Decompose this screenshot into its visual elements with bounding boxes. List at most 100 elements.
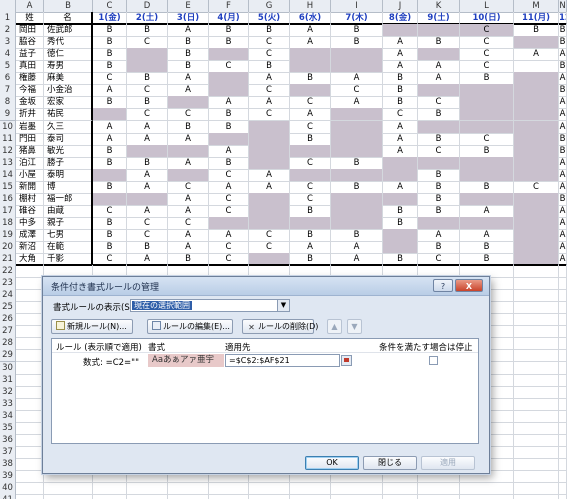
column-header[interactable]: B	[44, 0, 93, 13]
grade-cell[interactable]	[514, 253, 559, 267]
grade-cell[interactable]	[514, 156, 559, 170]
grade-cell[interactable]: A	[127, 180, 168, 194]
grade-cell[interactable]: A	[209, 180, 249, 194]
grade-cell[interactable]: A	[559, 156, 567, 170]
cell-first-name[interactable]: 千影	[44, 253, 93, 267]
grade-cell[interactable]: A	[383, 36, 418, 50]
grade-cell[interactable]: A	[418, 72, 460, 86]
grade-cell[interactable]: C	[209, 241, 249, 254]
grade-cell[interactable]	[249, 156, 290, 170]
grade-cell[interactable]	[383, 24, 418, 38]
empty-cell[interactable]	[559, 433, 567, 447]
grade-cell[interactable]: C	[127, 228, 168, 242]
grade-cell[interactable]: A	[514, 48, 559, 62]
grade-cell[interactable]: C	[460, 24, 514, 38]
cell-first-name[interactable]: 寿男	[44, 60, 93, 74]
empty-cell[interactable]	[559, 301, 567, 315]
empty-cell[interactable]	[559, 325, 567, 339]
grade-cell[interactable]: B	[418, 241, 460, 254]
empty-cell[interactable]	[514, 433, 559, 447]
grade-cell[interactable]: B	[127, 72, 168, 86]
grade-cell[interactable]: B	[559, 192, 567, 206]
cell-first-name[interactable]: 福一郎	[44, 192, 93, 206]
grade-cell[interactable]	[168, 168, 209, 182]
grade-cell[interactable]	[209, 84, 249, 98]
empty-cell[interactable]	[460, 482, 514, 495]
empty-cell[interactable]	[383, 494, 418, 499]
grade-cell[interactable]: A	[460, 204, 514, 218]
show-rules-dropdown[interactable]: 現在の選択範囲 ▼	[130, 299, 290, 312]
grade-cell[interactable]: A	[168, 24, 209, 38]
grade-cell[interactable]: B	[93, 156, 127, 170]
grade-cell[interactable]	[331, 216, 383, 230]
grade-cell[interactable]: B	[460, 72, 514, 86]
grade-cell[interactable]: C	[249, 36, 290, 50]
grade-cell[interactable]	[514, 132, 559, 146]
grade-cell[interactable]: C	[331, 84, 383, 98]
header-cell[interactable]: 4(月)	[209, 12, 249, 26]
cell-first-name[interactable]: 敏光	[44, 144, 93, 158]
empty-cell[interactable]	[514, 277, 559, 291]
row-header[interactable]: 12	[0, 144, 16, 158]
grade-cell[interactable]: B	[93, 228, 127, 242]
grade-cell[interactable]: A	[559, 96, 567, 110]
cell-last-name[interactable]: 棚村	[16, 192, 44, 206]
grade-cell[interactable]: B	[290, 132, 331, 146]
empty-cell[interactable]	[16, 373, 44, 387]
empty-cell[interactable]	[559, 289, 567, 303]
select-all-corner[interactable]	[0, 0, 16, 13]
grade-cell[interactable]: B	[418, 36, 460, 50]
cell-last-name[interactable]: 猪鼻	[16, 144, 44, 158]
cell-last-name[interactable]: 岩墨	[16, 120, 44, 134]
grade-cell[interactable]	[418, 24, 460, 38]
empty-cell[interactable]	[16, 313, 44, 327]
row-header[interactable]: 7	[0, 84, 16, 98]
grade-cell[interactable]	[249, 204, 290, 218]
cell-first-name[interactable]: 麻美	[44, 72, 93, 86]
empty-cell[interactable]	[514, 494, 559, 499]
row-header[interactable]: 1	[0, 12, 16, 26]
grade-cell[interactable]: A	[331, 96, 383, 110]
grade-cell[interactable]	[460, 120, 514, 134]
grade-cell[interactable]: A	[209, 228, 249, 242]
row-header[interactable]: 24	[0, 289, 16, 303]
grade-cell[interactable]: B	[514, 24, 559, 38]
grade-cell[interactable]	[383, 241, 418, 254]
empty-cell[interactable]	[514, 373, 559, 387]
delete-rule-button[interactable]: ✕ ルールの削除(D)	[242, 319, 318, 334]
row-header[interactable]: 29	[0, 349, 16, 363]
cell-last-name[interactable]: 折井	[16, 108, 44, 122]
grade-cell[interactable]: B	[383, 216, 418, 230]
grade-cell[interactable]	[331, 120, 383, 134]
row-header[interactable]: 19	[0, 228, 16, 242]
empty-cell[interactable]	[514, 469, 559, 483]
empty-cell[interactable]	[44, 494, 93, 499]
grade-cell[interactable]: C	[168, 216, 209, 230]
empty-cell[interactable]	[559, 482, 567, 495]
grade-cell[interactable]: A	[290, 108, 331, 122]
grade-cell[interactable]: A	[559, 48, 567, 62]
row-header[interactable]: 17	[0, 204, 16, 218]
empty-cell[interactable]	[559, 361, 567, 375]
grade-cell[interactable]: B	[209, 24, 249, 38]
grade-cell[interactable]	[418, 120, 460, 134]
empty-cell[interactable]	[290, 494, 331, 499]
empty-cell[interactable]	[559, 469, 567, 483]
grade-cell[interactable]: B	[249, 60, 290, 74]
empty-cell[interactable]	[559, 494, 567, 499]
cell-last-name[interactable]: 泊江	[16, 156, 44, 170]
empty-cell[interactable]	[168, 494, 209, 499]
header-cell[interactable]: 3(日)	[168, 12, 209, 26]
grade-cell[interactable]: B	[460, 241, 514, 254]
grade-cell[interactable]	[331, 60, 383, 74]
cell-first-name[interactable]: 宏家	[44, 96, 93, 110]
grade-cell[interactable]	[514, 60, 559, 74]
row-header[interactable]: 35	[0, 421, 16, 435]
grade-cell[interactable]: C	[249, 108, 290, 122]
empty-cell[interactable]	[127, 494, 168, 499]
grade-cell[interactable]: A	[290, 241, 331, 254]
grade-cell[interactable]: B	[93, 241, 127, 254]
grade-cell[interactable]: B	[93, 24, 127, 38]
row-header[interactable]: 26	[0, 313, 16, 327]
rules-list[interactable]: ルール (表示順で適用) 書式 適用先 条件を満たす場合は停止 数式: =C2=…	[51, 338, 479, 444]
